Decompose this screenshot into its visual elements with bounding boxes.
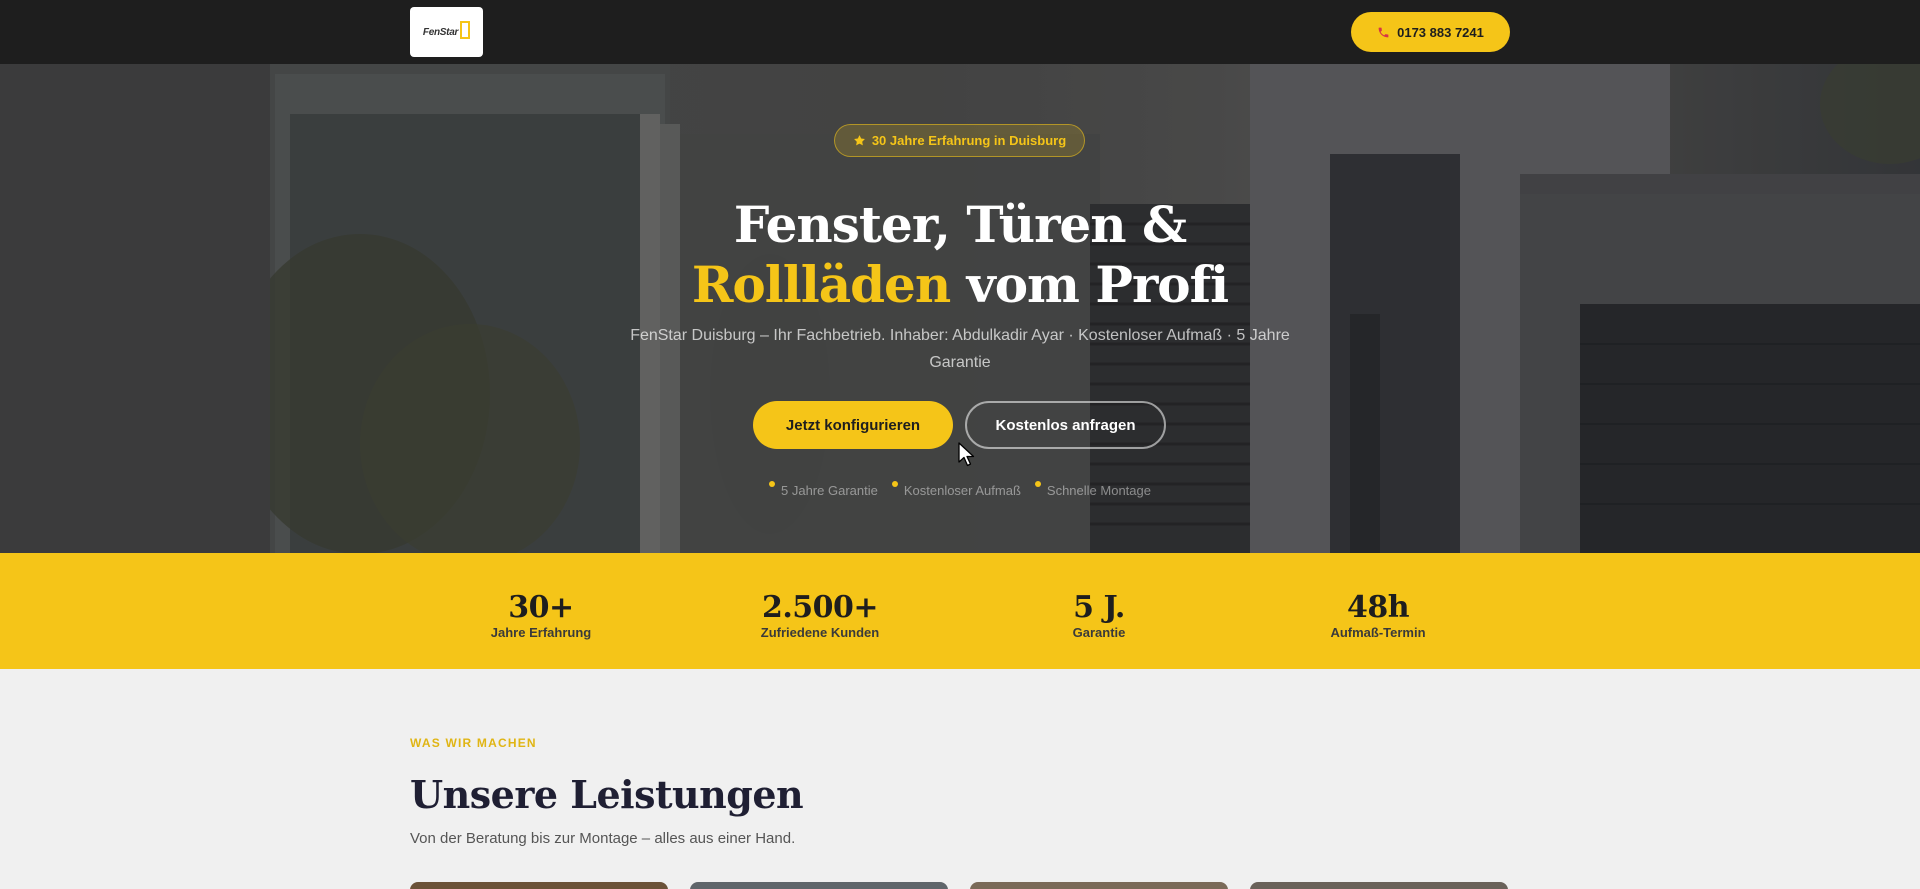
service-card[interactable] bbox=[410, 882, 668, 889]
stat-label: Aufmaß-Termin bbox=[1330, 625, 1426, 640]
section-title: Unsere Leistungen bbox=[410, 772, 804, 817]
phone-number: 0173 883 7241 bbox=[1397, 24, 1484, 40]
section-eyebrow: WAS WIR MACHEN bbox=[410, 736, 537, 750]
stat-label: Zufriedene Kunden bbox=[760, 625, 880, 640]
stat-label: Garantie bbox=[1072, 625, 1126, 640]
section-subtitle: Von der Beratung bis zur Montage – alles… bbox=[410, 830, 796, 847]
feature-item: Kostenloser Aufmaß bbox=[891, 480, 1021, 499]
phone-button[interactable]: 0173 883 7241 bbox=[1351, 12, 1510, 52]
logo-text: FenStar bbox=[422, 26, 459, 38]
logo-window-icon bbox=[460, 21, 471, 39]
stat-value: 48h bbox=[1346, 590, 1410, 625]
hero-subtitle: FenStar Duisburg – Ihr Fachbetrieb. Inha… bbox=[630, 327, 1290, 371]
bullet-dot-icon bbox=[1034, 481, 1041, 487]
hero-title-line2: vom Profi bbox=[966, 255, 1230, 314]
services-section: WAS WIR MACHEN Unsere Leistungen Von der… bbox=[0, 669, 1920, 889]
stat-value: 30+ bbox=[508, 590, 574, 625]
feature-label: 5 Jahre Garantie bbox=[781, 483, 878, 498]
service-card[interactable] bbox=[1250, 882, 1508, 889]
feature-label: Kostenloser Aufmaß bbox=[903, 483, 1021, 498]
inquiry-button[interactable]: Kostenlos anfragen bbox=[965, 401, 1166, 449]
hero-title: Fenster, Türen & Rollläden vom Profi bbox=[560, 195, 1360, 315]
service-card[interactable] bbox=[690, 882, 948, 889]
stat-label: Jahre Erfahrung bbox=[490, 625, 592, 640]
stats-bar: 30+ Jahre Erfahrung 2.500+ Zufriedene Ku… bbox=[0, 553, 1920, 669]
feature-list: 5 Jahre Garantie Kostenloser Aufmaß Schn… bbox=[0, 480, 1920, 499]
stat-value: 5 J. bbox=[1073, 590, 1125, 625]
stat-value: 2.500+ bbox=[761, 590, 879, 625]
mouse-cursor-icon bbox=[958, 442, 975, 467]
hero-title-line1: Fenster, Türen & bbox=[733, 195, 1187, 254]
feature-label: Schnelle Montage bbox=[1046, 483, 1151, 498]
hero-title-accent: Rollläden bbox=[691, 255, 951, 314]
badge-text: 30 Jahre Erfahrung in Duisburg bbox=[871, 133, 1067, 148]
hero-content: 30 Jahre Erfahrung in Duisburg Fenster, … bbox=[0, 64, 1920, 553]
star-icon bbox=[853, 134, 866, 147]
logo[interactable]: FenStar bbox=[410, 7, 483, 57]
bullet-dot-icon bbox=[891, 481, 898, 487]
service-card[interactable] bbox=[970, 882, 1228, 889]
configure-button[interactable]: Jetzt konfigurieren bbox=[753, 401, 953, 449]
bullet-dot-icon bbox=[769, 481, 775, 487]
feature-item: 5 Jahre Garantie bbox=[769, 480, 878, 499]
experience-badge: 30 Jahre Erfahrung in Duisburg bbox=[834, 124, 1085, 157]
hero-section: 30 Jahre Erfahrung in Duisburg Fenster, … bbox=[0, 64, 1920, 553]
site-header: FenStar 0173 883 7241 bbox=[0, 0, 1920, 64]
phone-icon bbox=[1377, 26, 1390, 39]
feature-item: Schnelle Montage bbox=[1034, 480, 1151, 499]
